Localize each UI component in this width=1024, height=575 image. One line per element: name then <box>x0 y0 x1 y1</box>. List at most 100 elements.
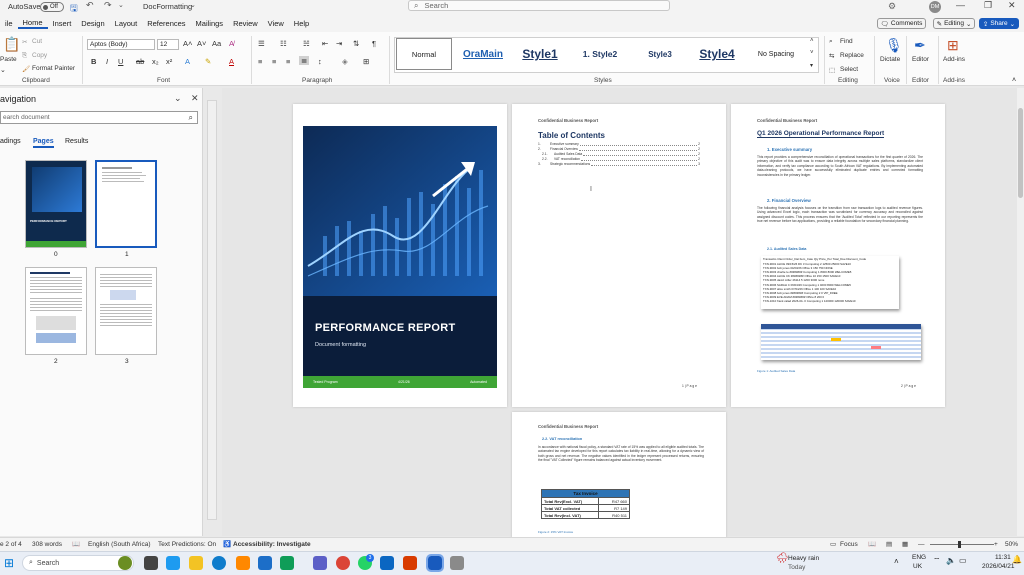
select-icon[interactable]: ⬚ <box>829 66 835 74</box>
font-color-icon[interactable]: A <box>229 57 234 66</box>
chrome-icon[interactable] <box>336 556 350 570</box>
volume-icon[interactable]: 🔈 <box>946 556 956 565</box>
comments-button[interactable]: 🗨 Comments <box>877 18 926 29</box>
zoom-slider-thumb[interactable] <box>958 541 961 548</box>
replace-icon[interactable]: ⇆ <box>829 52 834 60</box>
styles-more-icon[interactable]: ▾ <box>810 62 813 69</box>
style-style1[interactable]: Style1 <box>514 38 566 70</box>
page-report[interactable]: Confidential Business Report Q1 2026 Ope… <box>731 104 945 407</box>
undo-icon[interactable]: ↶ <box>86 0 94 11</box>
align-center-icon[interactable]: ≡ <box>272 57 276 66</box>
dictate-button[interactable]: Dictate <box>880 56 900 63</box>
justify-icon[interactable]: ≣ <box>299 56 310 65</box>
paste-icon[interactable]: 📋 <box>3 36 20 53</box>
add-ins-button[interactable]: Add-ins <box>943 56 965 63</box>
change-case-icon[interactable]: Aa <box>212 39 221 48</box>
print-layout-icon[interactable]: ▤ <box>886 540 892 548</box>
microphone-icon[interactable]: 🎙 <box>885 37 903 54</box>
minimize-icon[interactable]: — <box>956 0 965 10</box>
replace-button[interactable]: Replace <box>840 52 864 59</box>
menu-references[interactable]: References <box>142 19 190 28</box>
settings-app-icon[interactable] <box>450 556 464 570</box>
accessibility-status[interactable]: Accessibility: Investigate <box>233 541 311 548</box>
tab-pages[interactable]: Pages <box>33 138 54 148</box>
focus-mode[interactable]: Focus <box>840 541 858 548</box>
clock-date[interactable]: 2026/04/21 <box>982 563 1015 570</box>
page-thumbnail-3[interactable] <box>95 267 157 355</box>
paste-label[interactable]: Paste <box>0 56 17 63</box>
zoom-slider[interactable] <box>930 544 994 545</box>
task-view-icon[interactable] <box>144 556 158 570</box>
style-oramain[interactable]: OraMain <box>454 38 512 70</box>
bullets-icon[interactable]: ☰ <box>258 39 265 48</box>
zoom-level[interactable]: 50% <box>1005 541 1018 548</box>
bell-icon[interactable]: 🔔 <box>1012 555 1022 564</box>
clock-time[interactable]: 11:31 <box>995 554 1011 561</box>
menu-layout[interactable]: Layout <box>110 19 143 28</box>
menu-design[interactable]: Design <box>76 19 109 28</box>
page-thumbnail-1[interactable] <box>95 160 157 248</box>
tab-results[interactable]: Results <box>65 138 88 145</box>
vertical-scrollbar[interactable] <box>1017 88 1024 536</box>
increase-indent-icon[interactable]: ⇥ <box>336 39 342 48</box>
page-thumbnail-2[interactable] <box>25 267 87 355</box>
editor-button[interactable]: Editor <box>912 56 929 63</box>
style-style4[interactable]: Style4 <box>690 38 744 70</box>
borders-icon[interactable]: ⊞ <box>363 57 369 66</box>
align-left-icon[interactable]: ≡ <box>258 57 262 66</box>
line-spacing-icon[interactable]: ↕ <box>318 57 322 66</box>
scroll-thumb[interactable] <box>1018 108 1023 198</box>
region-indicator[interactable]: UK <box>913 563 922 570</box>
tab-headings[interactable]: adings <box>0 138 21 145</box>
select-button[interactable]: Select <box>840 66 858 73</box>
copilot-icon[interactable]: ⚙ <box>888 1 896 12</box>
page-thumbnail-0[interactable]: PERFORMANCE REPORT <box>25 160 87 248</box>
style-no-spacing[interactable]: No Spacing <box>748 38 804 70</box>
italic-icon[interactable]: I <box>106 57 108 66</box>
file-explorer-icon[interactable] <box>189 556 203 570</box>
excel-app-icon[interactable] <box>280 556 294 570</box>
find-button[interactable]: Find <box>840 38 853 45</box>
close-icon[interactable]: ✕ <box>191 93 199 104</box>
bold-icon[interactable]: B <box>91 57 96 66</box>
page-toc[interactable]: Confidential Business Report Table of Co… <box>512 104 726 407</box>
format-painter-icon[interactable]: 🖌 <box>22 65 30 73</box>
redo-icon[interactable]: ↷ <box>104 0 112 11</box>
add-ins-icon[interactable]: ⊞ <box>947 37 959 54</box>
editing-mode-button[interactable]: ✎ Editing ⌄ <box>933 18 975 29</box>
multilevel-list-icon[interactable]: ☵ <box>303 39 310 48</box>
underline-icon[interactable]: U <box>118 57 123 66</box>
weather-icon[interactable]: 🌧 <box>776 553 789 564</box>
avatar[interactable]: DM <box>929 1 941 13</box>
word-app-icon[interactable] <box>426 554 444 572</box>
customize-qat-icon[interactable]: ⌄ <box>118 1 124 9</box>
styles-scroll-down-icon[interactable]: ˅ <box>810 50 814 56</box>
menu-help[interactable]: Help <box>289 19 314 28</box>
search-highlight-icon[interactable] <box>118 556 132 570</box>
font-size-combo[interactable]: 12 <box>157 39 179 50</box>
language-indicator[interactable]: ENG <box>912 554 926 561</box>
toc-entry[interactable]: 3. Strategic recommendations 3 <box>538 162 700 167</box>
accessibility-icon[interactable]: ♿ <box>223 540 231 548</box>
cut-button[interactable]: Cut <box>32 38 42 45</box>
sort-icon[interactable]: ⇅ <box>353 39 359 48</box>
editor-icon[interactable]: ✒ <box>914 37 926 54</box>
battery-icon[interactable]: ▭ <box>959 556 967 565</box>
styles-scroll-up-icon[interactable]: ˄ <box>810 38 814 44</box>
page-cover[interactable]: PERFORMANCE REPORT Document formatting T… <box>293 104 507 407</box>
menu-mailings[interactable]: Mailings <box>191 19 229 28</box>
document-area[interactable]: PERFORMANCE REPORT Document formatting T… <box>222 88 1018 542</box>
style-normal[interactable]: Normal <box>396 38 452 70</box>
share-button[interactable]: ⇪ Share ⌄ <box>979 18 1019 29</box>
find-icon[interactable]: ⌕ <box>829 38 833 46</box>
copy-icon[interactable]: ⎘ <box>22 52 27 60</box>
chevron-up-icon[interactable]: ˄ <box>894 557 899 566</box>
zoom-out-icon[interactable]: — <box>918 541 925 548</box>
focus-icon[interactable]: ▭ <box>830 540 836 548</box>
copy-button[interactable]: Copy <box>32 52 47 59</box>
pilcrow-icon[interactable]: ¶ <box>372 39 376 48</box>
page-count[interactable]: e 2 of 4 <box>0 541 22 548</box>
chevron-down-icon[interactable]: ⌄ <box>0 66 6 74</box>
style-style3[interactable]: Style3 <box>634 38 686 70</box>
language-status[interactable]: English (South Africa) <box>88 541 151 548</box>
